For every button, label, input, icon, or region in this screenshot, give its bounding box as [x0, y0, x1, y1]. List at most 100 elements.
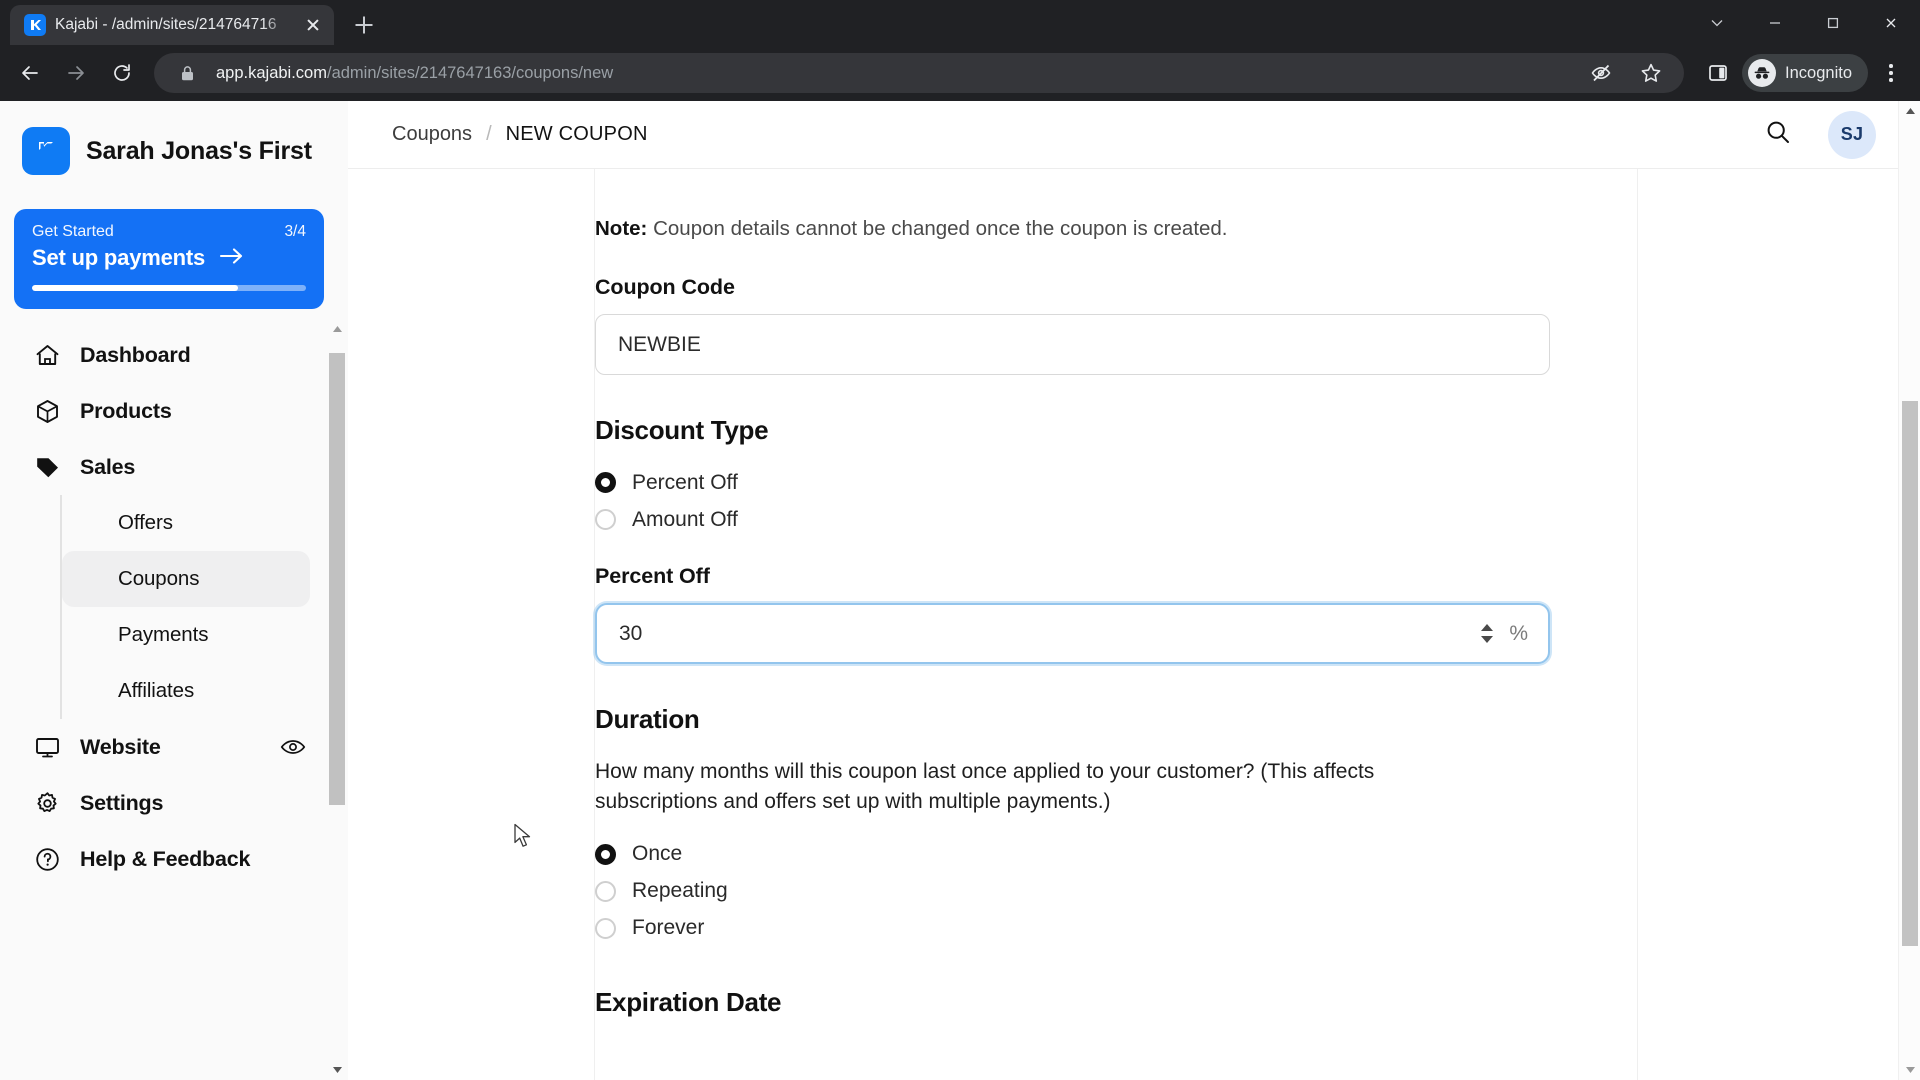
form-note: Note: Coupon details cannot be changed o…	[595, 217, 1550, 241]
eye-icon[interactable]	[280, 737, 306, 757]
form-note-text: Coupon details cannot be changed once th…	[647, 217, 1228, 240]
caret-down-icon[interactable]	[326, 1060, 348, 1080]
breadcrumb-coupons[interactable]: Coupons	[392, 123, 472, 146]
sidebar-scrollbar-thumb[interactable]	[329, 353, 345, 805]
sidebar-nav: Dashboard Products Sales Offers Coupons …	[0, 327, 348, 887]
percent-off-input[interactable]: 30 %	[595, 603, 1550, 664]
new-tab-button[interactable]	[344, 5, 384, 45]
box-icon	[32, 398, 62, 425]
browser-tab[interactable]: Kajabi - /admin/sites/214764716	[10, 5, 334, 45]
kajabi-logo-icon	[22, 127, 70, 175]
form-note-prefix: Note:	[595, 217, 648, 240]
sidebar-scrollbar[interactable]	[326, 319, 348, 1080]
radio-indicator[interactable]	[595, 472, 616, 493]
tab-title: Kajabi - /admin/sites/214764716	[55, 16, 277, 33]
percent-off-value: 30	[619, 621, 643, 645]
coupon-code-input[interactable]: NEWBIE	[595, 314, 1550, 375]
sidebar-item-affiliates[interactable]: Affiliates	[62, 663, 310, 719]
radio-label: Once	[632, 842, 683, 866]
monitor-icon	[32, 734, 62, 761]
left-gutter	[348, 169, 595, 1080]
caret-down-icon[interactable]	[1899, 1060, 1920, 1080]
url-path: /admin/sites/2147647163/coupons/new	[326, 63, 614, 82]
sales-subnav: Offers Coupons Payments Affiliates	[60, 495, 320, 719]
caret-down-icon[interactable]	[1481, 636, 1494, 643]
maximize-icon[interactable]	[1804, 0, 1862, 45]
main-content: Coupons / NEW COUPON SJ Note: Coupon det…	[348, 101, 1920, 1080]
sidebar-item-offers[interactable]: Offers	[62, 495, 310, 551]
sidebar: Sarah Jonas's First Get Started 3/4 Set …	[0, 101, 348, 1080]
get-started-card[interactable]: Get Started 3/4 Set up payments	[14, 209, 324, 309]
radio-once[interactable]: Once	[595, 836, 1550, 873]
radio-percent-off[interactable]: Percent Off	[595, 464, 1550, 501]
sidebar-subitem-label: Offers	[118, 511, 173, 534]
sidebar-item-label: Dashboard	[80, 342, 191, 367]
arrow-left-icon[interactable]	[10, 53, 50, 93]
radio-indicator[interactable]	[595, 843, 616, 865]
radio-indicator[interactable]	[595, 917, 616, 939]
sidebar-item-products[interactable]: Products	[18, 383, 320, 439]
sidebar-item-help-feedback[interactable]: Help & Feedback	[18, 831, 320, 887]
quantity-stepper[interactable]	[1477, 624, 1497, 643]
caret-up-icon[interactable]	[1481, 624, 1494, 631]
sidebar-item-label: Settings	[80, 790, 164, 815]
discount-type-group: Discount Type Percent Off Amount Off	[595, 415, 1550, 538]
sidebar-subitem-label: Payments	[118, 623, 209, 646]
brand[interactable]: Sarah Jonas's First	[0, 101, 348, 175]
arrow-right-icon[interactable]	[56, 53, 96, 93]
minimize-icon[interactable]	[1746, 0, 1804, 45]
side-panel-icon[interactable]	[1698, 53, 1738, 93]
avatar[interactable]: SJ	[1828, 110, 1876, 159]
search-icon[interactable]	[1764, 118, 1792, 151]
page-scrollbar-thumb[interactable]	[1902, 401, 1918, 946]
sidebar-item-sales[interactable]: Sales	[18, 439, 320, 495]
breadcrumb-separator: /	[486, 123, 492, 145]
incognito-indicator[interactable]: Incognito	[1742, 54, 1868, 92]
incognito-label: Incognito	[1785, 63, 1852, 82]
radio-indicator[interactable]	[595, 880, 616, 902]
star-icon[interactable]	[1634, 56, 1668, 90]
lock-icon[interactable]	[170, 56, 204, 90]
percent-unit: %	[1509, 621, 1528, 645]
radio-forever[interactable]: Forever	[595, 910, 1550, 947]
eye-slash-icon[interactable]	[1584, 56, 1618, 90]
content-wrap: Note: Coupon details cannot be changed o…	[348, 169, 1920, 1080]
reload-icon[interactable]	[102, 53, 142, 93]
get-started-progress	[32, 285, 306, 291]
sidebar-subitem-label: Affiliates	[118, 679, 195, 702]
incognito-icon	[1748, 59, 1777, 87]
close-icon[interactable]	[1862, 0, 1920, 45]
radio-indicator[interactable]	[595, 509, 616, 530]
sidebar-scrollbar-track[interactable]	[326, 339, 348, 1060]
expiration-title: Expiration Date	[595, 986, 782, 1017]
duration-group: Duration How many months will this coupo…	[595, 704, 1550, 947]
sidebar-item-settings[interactable]: Settings	[18, 775, 320, 831]
sidebar-item-coupons[interactable]: Coupons	[62, 551, 310, 607]
close-icon[interactable]	[300, 12, 326, 38]
tag-icon	[32, 454, 62, 481]
chevron-down-icon[interactable]	[1688, 0, 1746, 45]
expiration-group: Expiration Date	[595, 987, 1550, 1018]
radio-repeating[interactable]: Repeating	[595, 873, 1550, 910]
sidebar-item-label: Help & Feedback	[80, 846, 251, 871]
page-scrollbar[interactable]	[1898, 101, 1920, 1080]
radio-label: Percent Off	[632, 470, 738, 494]
page-topbar: Coupons / NEW COUPON SJ	[348, 101, 1920, 169]
address-bar[interactable]: app.kajabi.com/admin/sites/2147647163/co…	[154, 53, 1685, 93]
sidebar-item-website[interactable]: Website	[18, 719, 320, 775]
percent-off-field-group: Percent Off 30 %	[595, 564, 1550, 664]
arrow-right-icon	[219, 247, 245, 270]
caret-up-icon[interactable]	[326, 319, 348, 339]
page-viewport: Sarah Jonas's First Get Started 3/4 Set …	[0, 101, 1920, 1080]
brand-name: Sarah Jonas's First	[86, 136, 312, 165]
sidebar-item-dashboard[interactable]: Dashboard	[18, 327, 320, 383]
sidebar-item-payments[interactable]: Payments	[62, 607, 310, 663]
radio-label: Amount Off	[632, 507, 738, 531]
caret-up-icon[interactable]	[1899, 101, 1920, 121]
duration-title: Duration	[595, 704, 700, 734]
url-domain: app.kajabi.com	[216, 63, 327, 82]
radio-amount-off[interactable]: Amount Off	[595, 501, 1550, 538]
toolbar-right: Incognito	[1690, 53, 1910, 93]
kebab-menu-icon[interactable]	[1872, 54, 1910, 92]
home-icon	[32, 342, 62, 369]
